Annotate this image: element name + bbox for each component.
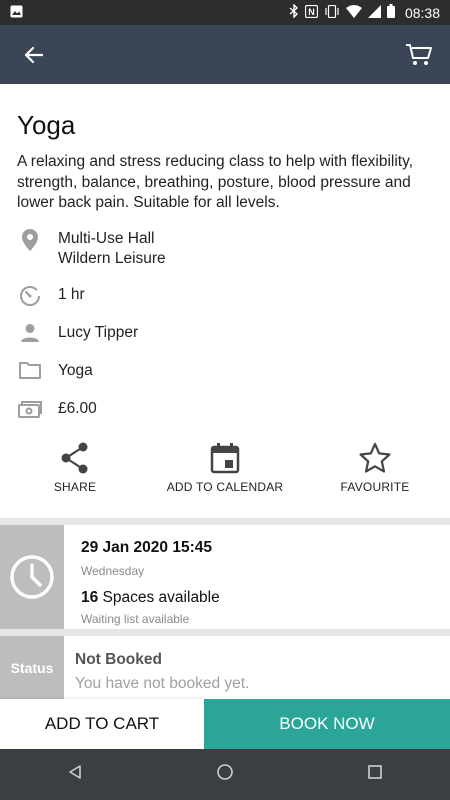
clock-time: 08:38: [404, 4, 440, 21]
location-row: Multi-Use Hall Wildern Leisure: [17, 229, 166, 269]
duration: 1 hr: [58, 286, 85, 303]
book-now-button[interactable]: BOOK NOW: [204, 699, 450, 749]
svg-text:N: N: [308, 7, 315, 17]
signal-icon: [367, 4, 381, 21]
spaces-text: Spaces available: [98, 589, 220, 606]
battery-icon: [386, 4, 395, 21]
add-to-calendar-label: ADD TO CALENDAR: [166, 480, 284, 494]
folder-icon: [19, 362, 41, 379]
timer-icon: [20, 286, 40, 306]
category: Yoga: [58, 362, 93, 379]
nav-back-button[interactable]: [67, 764, 83, 785]
share-icon: [61, 442, 88, 474]
triangle-back-icon: [68, 765, 81, 779]
cart-icon: [406, 43, 432, 65]
status-label: Status: [10, 659, 54, 676]
location-venue: Wildern Leisure: [58, 250, 166, 267]
favourite-button[interactable]: FAVOURITE: [335, 442, 415, 494]
action-bar: SHARE ADD TO CALENDAR FAVOURITE: [0, 442, 450, 502]
location-hall: Multi-Use Hall: [58, 230, 155, 247]
cart-button[interactable]: [404, 40, 434, 70]
nfc-icon: N: [304, 4, 319, 21]
image-icon: [10, 5, 23, 21]
session-weekday: Wednesday: [81, 564, 145, 578]
vibrate-icon: [324, 4, 340, 21]
status-side: Status: [0, 636, 64, 699]
star-icon: [359, 442, 391, 473]
back-button[interactable]: [18, 40, 48, 70]
bottom-action-bar: ADD TO CART BOOK NOW: [0, 699, 450, 749]
system-nav-bar: [0, 749, 450, 800]
location-pin-icon: [22, 229, 38, 251]
duration-row: 1 hr: [17, 285, 85, 307]
booking-status: Not Booked: [75, 651, 162, 668]
share-label: SHARE: [53, 480, 97, 494]
spaces-available: 16 Spaces available: [81, 589, 220, 607]
add-to-cart-button[interactable]: ADD TO CART: [0, 699, 204, 749]
session-card[interactable]: 29 Jan 2020 15:45 Wednesday 16 Spaces av…: [0, 525, 450, 629]
nav-recents-button[interactable]: [367, 764, 383, 785]
calendar-icon: [210, 443, 240, 474]
session-datetime: 29 Jan 2020 15:45: [81, 539, 212, 556]
instructor-row: Lucy Tipper: [17, 323, 138, 343]
class-description: A relaxing and stress reducing class to …: [17, 153, 414, 211]
bluetooth-icon: [289, 3, 299, 21]
person-icon: [21, 324, 39, 342]
instructor: Lucy Tipper: [58, 324, 139, 341]
clock-icon: [10, 555, 54, 599]
circle-home-icon: [217, 764, 233, 780]
status-bar: N 08:38: [0, 0, 450, 25]
category-row: Yoga: [17, 361, 93, 381]
waiting-list: Waiting list available: [81, 612, 190, 626]
wifi-icon: [345, 4, 362, 21]
arrow-left-icon: [24, 46, 43, 63]
price: £6.00: [58, 400, 97, 417]
share-button[interactable]: SHARE: [37, 442, 113, 494]
nav-home-button[interactable]: [216, 763, 234, 786]
square-recents-icon: [368, 765, 383, 779]
status-card: Status Not Booked You have not booked ye…: [0, 636, 450, 699]
money-icon: [18, 401, 42, 418]
session-side: [0, 525, 64, 629]
favourite-label: FAVOURITE: [340, 480, 410, 494]
booking-message: You have not booked yet.: [75, 675, 250, 692]
price-row: £6.00: [17, 399, 97, 419]
add-to-calendar-button[interactable]: ADD TO CALENDAR: [160, 442, 290, 494]
spaces-count: 16: [81, 589, 99, 606]
app-bar: [0, 25, 450, 84]
page-title: Yoga: [17, 110, 76, 140]
